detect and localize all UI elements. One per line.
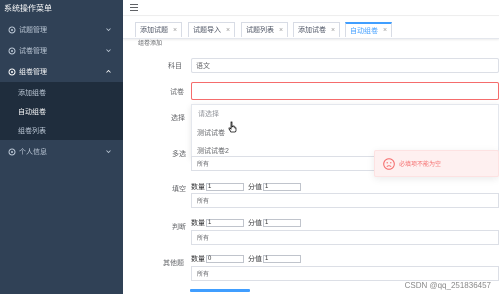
sidebar-item-label: 组卷管理	[19, 69, 47, 76]
toast-message: 必填项不能为空	[399, 162, 442, 168]
error-toast: 必填项不能为空	[374, 150, 499, 177]
settings-icon	[8, 68, 16, 76]
count-label: 数量	[191, 184, 205, 191]
sidebar-item-label: 个人信息	[19, 149, 47, 156]
hamburger-icon[interactable]	[130, 4, 138, 11]
count-label: 数量	[191, 220, 205, 227]
all-text: 所有	[197, 236, 210, 242]
tab-label: 添加试卷	[298, 27, 326, 34]
other-all-box[interactable]: 所有	[191, 266, 499, 281]
all-text: 所有	[197, 162, 210, 168]
sidebar-item-question-management[interactable]: 试题管理	[0, 20, 123, 40]
choice-label: 选择	[171, 115, 185, 122]
chevron-down-icon	[106, 49, 111, 53]
chevron-down-icon	[106, 150, 111, 154]
settings-icon	[8, 26, 16, 34]
settings-icon	[8, 148, 16, 156]
tab-auto-compose[interactable]: 自动组卷 ×	[345, 22, 393, 37]
dropdown-option[interactable]: 测试试卷2	[197, 146, 229, 156]
watermark: CSDN @qq_251836457	[404, 281, 491, 290]
sidebar-item-label: 试卷管理	[19, 48, 47, 55]
subject-value: 语文	[196, 62, 210, 70]
fill-count-input[interactable]: 1	[206, 183, 244, 191]
sidebar-item-compose-management[interactable]: 组卷管理	[0, 62, 123, 82]
close-icon[interactable]: ×	[331, 27, 335, 34]
other-params: 数量 0 分值 1	[191, 254, 301, 264]
score-label: 分值	[248, 184, 262, 191]
count-label: 数量	[191, 256, 205, 263]
all-text: 所有	[197, 199, 210, 205]
score-label: 分值	[248, 256, 262, 263]
other-label: 其他题	[163, 260, 184, 267]
judge-score-input[interactable]: 1	[263, 219, 301, 227]
other-count-input[interactable]: 0	[206, 255, 244, 263]
subject-select[interactable]: 语文	[191, 58, 499, 73]
hand-cursor-icon	[228, 121, 237, 133]
close-icon[interactable]: ×	[383, 27, 387, 34]
chevron-down-icon	[106, 28, 111, 32]
tabs-bar: 添加试题 × 试题导入 × 试题列表 × 添加试卷 × 自动组卷 ×	[123, 17, 499, 39]
topbar	[123, 0, 499, 16]
multi-label: 多选	[172, 151, 186, 158]
judge-count-input[interactable]: 1	[206, 219, 244, 227]
tab-label: 试题导入	[193, 27, 221, 34]
other-score-input[interactable]: 1	[263, 255, 301, 263]
judge-params: 数量 1 分值 1	[191, 218, 301, 228]
sidebar-subitem-add-compose[interactable]: 添加组卷	[18, 88, 46, 98]
subject-label: 科目	[168, 63, 182, 70]
sidebar-item-paper-management[interactable]: 试卷管理	[0, 41, 123, 61]
horizontal-scrollbar[interactable]	[190, 289, 250, 292]
tab-label: 自动组卷	[350, 27, 378, 35]
tab-label: 添加试题	[140, 27, 168, 34]
score-label: 分值	[248, 220, 262, 227]
fill-label: 填空	[172, 186, 186, 193]
sidebar-item-personal-info[interactable]: 个人信息	[0, 142, 123, 162]
tab-add-question[interactable]: 添加试题 ×	[135, 22, 183, 37]
sidebar-title: 系统操作菜单	[4, 4, 52, 13]
judge-all-box[interactable]: 所有	[191, 230, 499, 245]
tab-import-question[interactable]: 试题导入 ×	[188, 22, 236, 37]
settings-icon	[8, 47, 16, 55]
close-icon[interactable]: ×	[173, 27, 177, 34]
sidebar-item-label: 试题管理	[19, 27, 47, 34]
all-text: 所有	[197, 272, 210, 278]
paper-label: 试卷	[170, 89, 184, 96]
fill-all-box[interactable]: 所有	[191, 193, 499, 208]
sidebar-subitem-compose-list[interactable]: 组卷列表	[18, 126, 46, 136]
dropdown-option[interactable]: 测试试卷	[197, 128, 225, 138]
breadcrumb: 组卷添加	[138, 41, 163, 47]
paper-select[interactable]	[191, 82, 499, 100]
sidebar: 系统操作菜单 试题管理 试卷管理 组卷管理 添加组卷 自动组卷 组卷列表 个人信…	[0, 0, 123, 294]
tab-question-list[interactable]: 试题列表 ×	[241, 22, 289, 37]
fill-score-input[interactable]: 1	[263, 183, 301, 191]
close-icon[interactable]: ×	[226, 27, 230, 34]
sidebar-subitem-auto-compose[interactable]: 自动组卷	[18, 107, 46, 117]
tab-label: 试题列表	[246, 27, 274, 34]
chevron-up-icon	[106, 69, 111, 73]
tab-add-paper[interactable]: 添加试卷 ×	[293, 22, 341, 37]
dropdown-placeholder: 请选择	[198, 111, 219, 118]
close-icon[interactable]: ×	[279, 27, 283, 34]
fill-params: 数量 1 分值 1	[191, 182, 301, 192]
judge-label: 判断	[172, 224, 186, 231]
submenu-compose: 添加组卷 自动组卷 组卷列表	[0, 82, 123, 140]
sad-face-icon	[383, 157, 395, 170]
